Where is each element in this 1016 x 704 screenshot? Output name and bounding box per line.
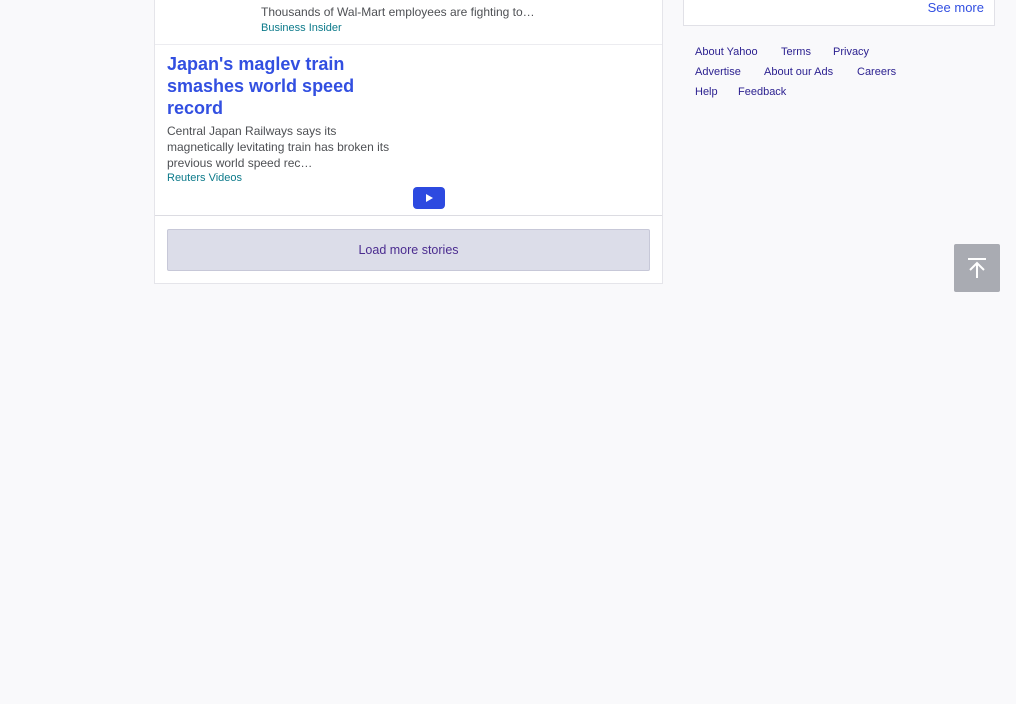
footer-link-privacy[interactable]: Privacy bbox=[833, 46, 869, 58]
footer-link-careers[interactable]: Careers bbox=[857, 66, 896, 78]
back-to-top-button[interactable] bbox=[954, 244, 1000, 292]
story-source[interactable]: Reuters Videos bbox=[167, 172, 242, 184]
footer-link-advertise[interactable]: Advertise bbox=[695, 66, 741, 78]
footer-link-terms[interactable]: Terms bbox=[781, 46, 811, 58]
load-more-button[interactable]: Load more stories bbox=[167, 229, 650, 271]
news-story[interactable]: … Thousands of Wal-Mart employees are fi… bbox=[155, 0, 662, 45]
arrow-up-to-line-icon bbox=[968, 258, 986, 278]
story-summary: Thousands of Wal-Mart employees are figh… bbox=[261, 5, 535, 19]
play-icon bbox=[426, 194, 433, 202]
story-summary: Central Japan Railways says its magnetic… bbox=[167, 124, 390, 170]
story-source[interactable]: Business Insider bbox=[261, 22, 342, 34]
see-more-link[interactable]: See more bbox=[928, 0, 984, 15]
footer-link-about-our-ads[interactable]: About our Ads bbox=[764, 66, 833, 78]
footer-link-help[interactable]: Help bbox=[695, 86, 718, 98]
play-video-button[interactable] bbox=[413, 187, 445, 209]
sidebar-module: See more bbox=[683, 0, 995, 26]
footer-link-about-yahoo[interactable]: About Yahoo bbox=[695, 46, 758, 58]
news-feed: … Thousands of Wal-Mart employees are fi… bbox=[154, 0, 663, 284]
footer-link-feedback[interactable]: Feedback bbox=[738, 86, 786, 98]
story-title[interactable]: Japan's maglev train smashes world speed… bbox=[167, 53, 397, 119]
news-story[interactable]: Japan's maglev train smashes world speed… bbox=[155, 45, 662, 216]
